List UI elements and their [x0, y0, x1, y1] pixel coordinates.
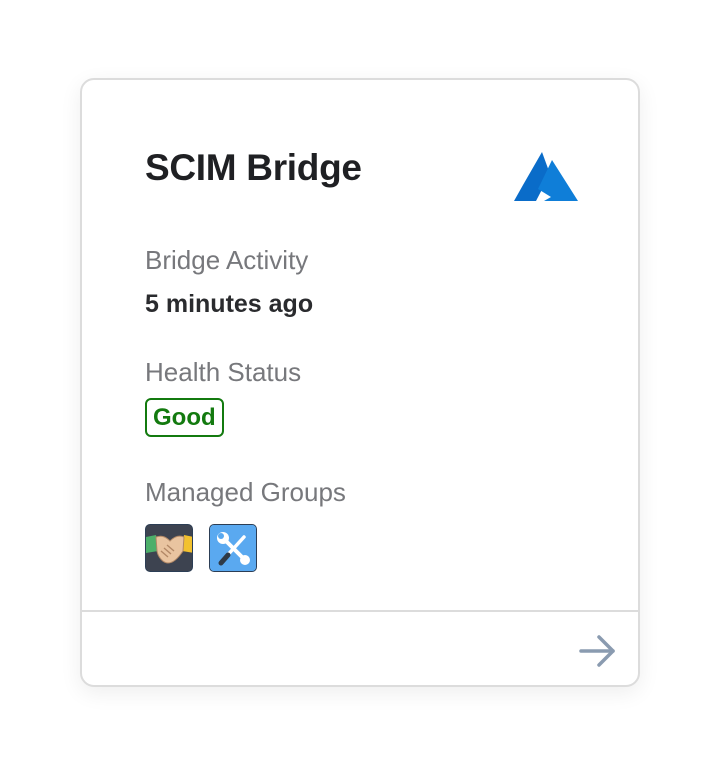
health-status-label: Health Status [145, 357, 302, 387]
managed-groups-label: Managed Groups [145, 477, 346, 507]
handshake-icon [146, 525, 192, 571]
group-tools-icon[interactable] [209, 524, 257, 572]
card-title: SCIM Bridge [145, 147, 362, 188]
wrench-screwdriver-icon [210, 525, 256, 571]
group-handshake-icon[interactable] [145, 524, 193, 572]
azure-logo-icon [514, 152, 578, 201]
health-status-badge: Good [145, 398, 224, 437]
card-body: SCIM Bridge Bridge Activity 5 minutes ag… [82, 80, 638, 611]
bridge-activity-value: 5 minutes ago [145, 290, 314, 318]
managed-groups-list [145, 524, 257, 572]
scim-bridge-card: SCIM Bridge Bridge Activity 5 minutes ag… [80, 78, 640, 687]
card-footer [82, 612, 638, 685]
bridge-activity-label: Bridge Activity [145, 245, 309, 275]
arrow-right-icon[interactable] [578, 632, 618, 670]
